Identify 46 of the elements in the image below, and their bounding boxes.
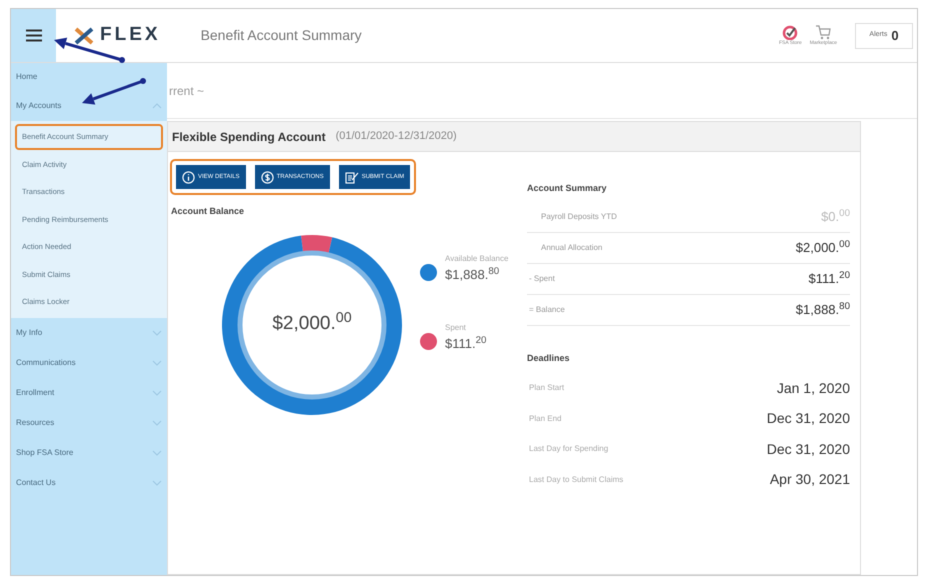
logo-mark-icon [74, 26, 96, 44]
section-title: Account Summary [527, 182, 608, 195]
legend-value: $1,888.$^{80}$ [445, 264, 500, 284]
sidebar-item[interactable]: My Accounts [11, 91, 167, 121]
logo-text: FLEX [100, 23, 161, 48]
row-label: Last Day to Submit Claims [529, 474, 624, 486]
sidebar-item[interactable]: Contact Us [11, 468, 167, 498]
legend-label: Available Balance [445, 252, 508, 264]
cart-icon [815, 24, 832, 40]
annotation-arrow [82, 78, 146, 105]
legend-label: Spent [445, 322, 467, 334]
total-amount: $2,000.$^{00}$ [272, 310, 352, 336]
amount-value: $111.$^{20}$ [808, 268, 850, 288]
sidebar-item[interactable]: My Info [11, 318, 167, 348]
alert-count: 0 [891, 26, 899, 45]
chart-title: Account Balance [171, 205, 246, 218]
date-value: Apr 30, 2021 [770, 470, 850, 490]
date-value: Dec 31, 2020 [766, 440, 850, 459]
amount-value: $1,888.$^{80}$ [796, 300, 850, 319]
row-label: Annual Allocation [541, 242, 602, 254]
amount-value: $2,000.$^{00}$ [796, 238, 850, 257]
sidebar-item[interactable]: Communications [11, 348, 167, 378]
row-label: Plan Start [529, 382, 564, 394]
menu-button[interactable] [11, 9, 56, 62]
sidebar-item[interactable]: Home [11, 63, 167, 91]
row-label: Payroll Deposits YTD [541, 210, 617, 222]
sidebar-item[interactable]: Shop FSA Store [11, 438, 167, 468]
row-label: = Balance [529, 304, 565, 316]
breadcrumb[interactable]: rrent ~ [169, 82, 204, 100]
row-label: - Spent [529, 272, 555, 284]
row-label: Last Day for Spending [529, 443, 608, 456]
amount-value: $0.$^{00}$ [821, 206, 850, 226]
row-label: Plan End [529, 412, 562, 425]
section-title: Deadlines [527, 352, 571, 364]
legend-value: $111.$^{20}$ [445, 334, 486, 353]
info-icon [182, 170, 195, 184]
dollar-icon [260, 170, 274, 184]
card-title: Flexible Spending Account [172, 128, 326, 146]
document-pen-icon [344, 170, 359, 184]
date-value: Dec 31, 2020 [766, 409, 850, 428]
date-value: Jan 1, 2020 [776, 378, 850, 398]
page-title: Benefit Account Summary [200, 26, 362, 45]
sidebar-item[interactable]: Resources [11, 408, 167, 438]
date-range: (01/01/2020-12/31/2020) [336, 129, 457, 144]
sidebar-item[interactable]: Enrollment [11, 378, 167, 408]
menu-icon [26, 29, 42, 42]
